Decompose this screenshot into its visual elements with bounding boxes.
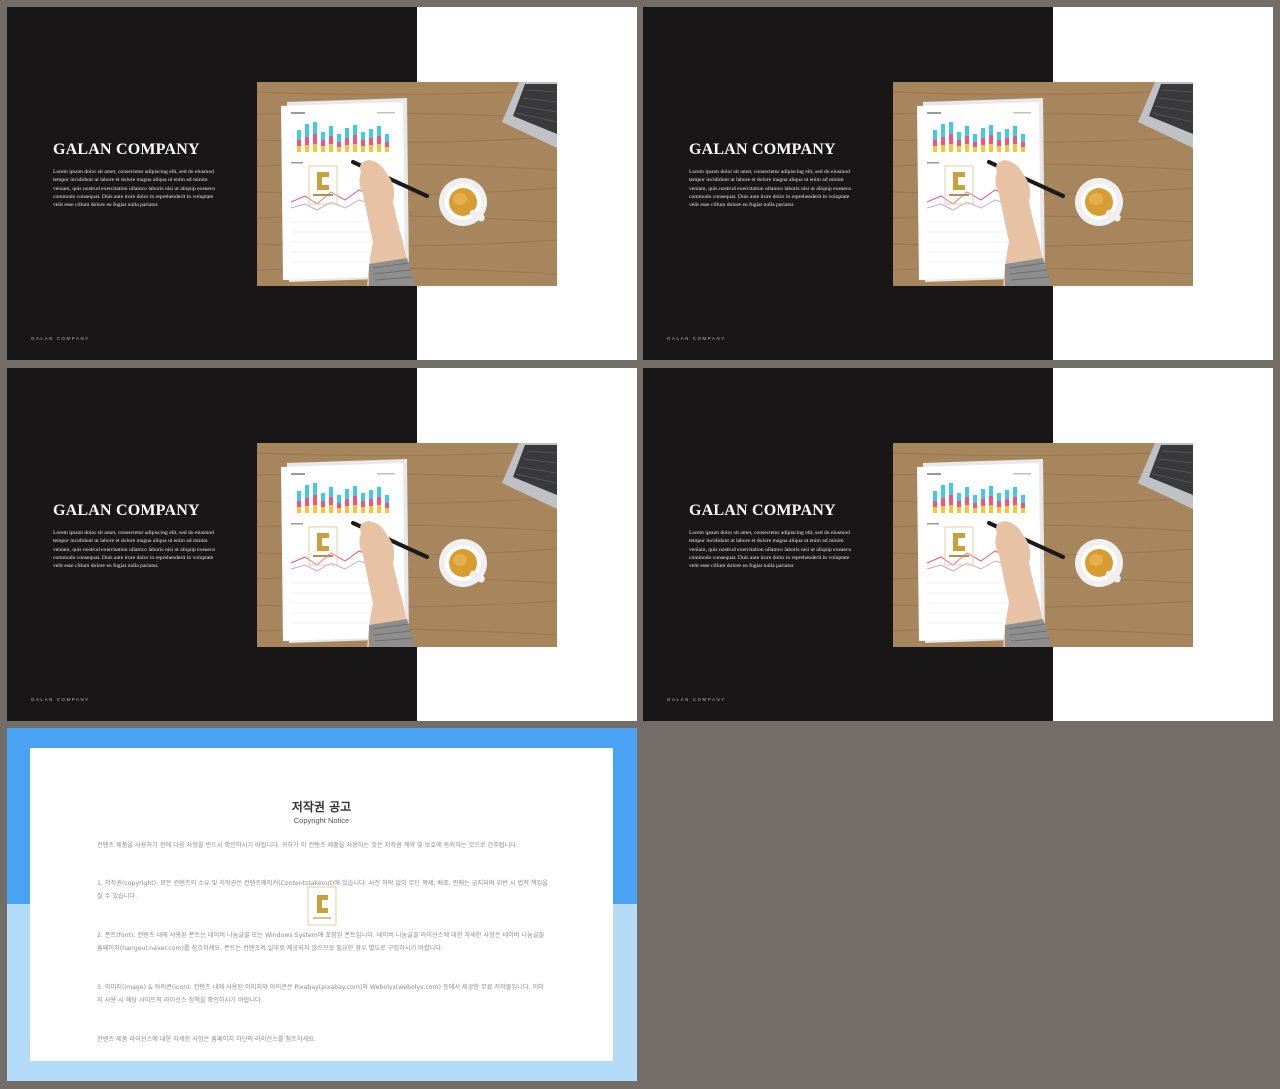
copyright-subtitle: Copyright Notice	[293, 816, 350, 825]
slide-body-text: Lorem ipsum dolor sit amet, consectetur …	[689, 530, 852, 570]
logo-watermark-icon	[308, 165, 338, 205]
copyright-title: 저작권 공고	[291, 800, 352, 814]
copyright-paragraph-3: 3. 이미지(image) & 아이콘(icon): 컨텐츠 내에 사용된 이미…	[97, 984, 544, 1004]
slide-title: GALAN COMPANY	[53, 502, 200, 519]
slide-2[interactable]: GALAN COMPANY Lorem ipsum dolor sit amet…	[643, 7, 1273, 360]
desk-photo	[257, 443, 557, 647]
copyright-card: 저작권 공고 Copyright Notice 컨텐츠 제품을 사용하기 전에 …	[30, 748, 613, 1061]
coffee-cup-image	[439, 539, 487, 587]
coffee-cup-image	[1075, 178, 1123, 226]
slide-body-text: Lorem ipsum dolor sit amet, consectetur …	[689, 169, 852, 209]
coffee-cup-image	[1075, 539, 1123, 587]
slide-title: GALAN COMPANY	[689, 141, 836, 158]
slide-1[interactable]: GALAN COMPANY Lorem ipsum dolor sit amet…	[7, 7, 637, 360]
coffee-cup-image	[439, 178, 487, 226]
desk-photo-illustration	[893, 443, 1193, 647]
slide-body-text: Lorem ipsum dolor sit amet, consectetur …	[53, 169, 216, 209]
slide-footer: GALAN COMPANY	[31, 697, 90, 702]
copyright-paragraph-2: 2. 폰트(font): 컨텐츠 내에 사용된 폰트는 네이버 나눔글꼴 또는 …	[97, 932, 545, 952]
desk-photo-illustration	[893, 82, 1193, 286]
slide-4[interactable]: GALAN COMPANY Lorem ipsum dolor sit amet…	[643, 368, 1273, 721]
logo-watermark-icon	[944, 165, 974, 205]
copyright-paragraph-intro: 컨텐츠 제품을 사용하기 전에 다음 사항을 반드시 확인하시기 바랍니다. 귀…	[97, 842, 518, 849]
desk-photo-illustration	[257, 82, 557, 286]
desk-photo	[257, 82, 557, 286]
copyright-paragraph-footer: 컨텐츠 제품 라이선스에 대한 자세한 사항은 홈페이지 하단의 라이선스를 참…	[97, 1036, 316, 1043]
desk-photo	[893, 82, 1193, 286]
slide-body-text: Lorem ipsum dolor sit amet, consectetur …	[53, 530, 216, 570]
desk-photo-illustration	[257, 443, 557, 647]
slide-footer: GALAN COMPANY	[667, 336, 726, 341]
copyright-slide[interactable]: 저작권 공고 Copyright Notice 컨텐츠 제품을 사용하기 전에 …	[7, 728, 637, 1081]
slide-footer: GALAN COMPANY	[31, 336, 90, 341]
logo-watermark-icon	[944, 526, 974, 566]
slide-title: GALAN COMPANY	[53, 141, 200, 158]
slide-footer: GALAN COMPANY	[667, 697, 726, 702]
slide-title: GALAN COMPANY	[689, 502, 836, 519]
logo-watermark-icon	[308, 526, 338, 566]
desk-photo	[893, 443, 1193, 647]
logo-watermark-icon	[307, 886, 337, 926]
slide-3[interactable]: GALAN COMPANY Lorem ipsum dolor sit amet…	[7, 368, 637, 721]
